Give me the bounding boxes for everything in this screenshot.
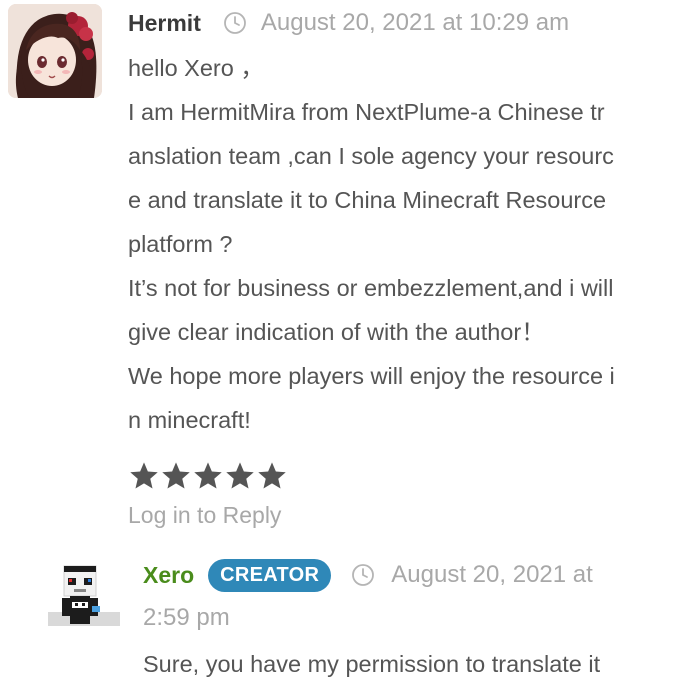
star-rating [128,460,673,496]
star-icon [130,462,158,489]
comment-line: I am HermitMira from NextPlume-a Chinese… [128,99,605,125]
comment-line: anslation team ,can I sole agency your r… [128,143,614,169]
pixel-skin-avatar-icon [48,565,120,626]
comment-xero: Xero CREATOR August 20, 2021 at 2:59 pm … [143,552,673,686]
author-name[interactable]: Hermit [128,10,201,37]
author-name[interactable]: Xero [143,562,194,589]
star-icon [258,462,286,489]
star-icon [162,462,190,489]
comment-meta: Hermit August 20, 2021 at 10:29 am [128,0,673,46]
comment-date[interactable]: August 20, 2021 at 10:29 am [261,9,569,37]
clock-icon [351,563,375,587]
comment-date[interactable]: August 20, 2021 at [391,561,593,589]
hermit-avatar[interactable] [8,4,102,98]
comment-line: platform ? [128,231,233,257]
star-icon [226,462,254,489]
comment-line: We hope more players will enjoy the reso… [128,363,615,389]
comment-meta: Xero CREATOR August 20, 2021 at [143,552,673,598]
clock-icon [223,11,247,35]
comment-line: give clear indication of with the author… [128,319,545,345]
comment-line: n minecraft! [128,407,251,433]
comment-line: e and translate it to China Minecraft Re… [128,187,607,213]
comment-thread: Hermit August 20, 2021 at 10:29 am hello… [0,0,675,686]
creator-badge: CREATOR [208,558,332,592]
comment-body: hello Xero ， I am HermitMira from NextPl… [128,46,673,442]
star-icon [194,462,222,489]
login-to-reply-link[interactable]: Log in to Reply [128,496,673,534]
comment-date-continued[interactable]: 2:59 pm [143,598,673,638]
comment-body: Sure, you have my permission to translat… [143,651,601,677]
anime-girl-avatar-icon [8,4,102,98]
comment-hermit: Hermit August 20, 2021 at 10:29 am hello… [128,0,673,534]
comment-line: It’s not for business or embezzlement,an… [128,275,614,301]
xero-avatar[interactable] [48,562,120,628]
comment-line: hello Xero ， [128,55,264,81]
